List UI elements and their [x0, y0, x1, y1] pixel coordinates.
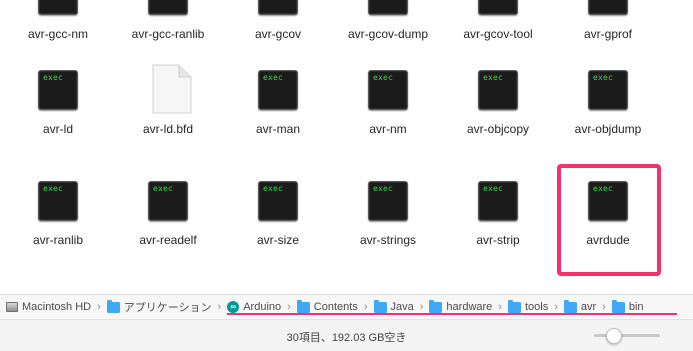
folder-icon [429, 299, 443, 313]
file-item[interactable]: avr-ld.bfd [113, 64, 223, 180]
path-crumb-label: アプリケーション [123, 302, 212, 314]
exec-terminal-icon: exec [258, 181, 298, 221]
chevron-right-icon: › [287, 301, 291, 313]
file-name-label: avr-gcov [254, 27, 301, 41]
chevron-right-icon: › [554, 301, 558, 313]
folder-icon [563, 299, 577, 313]
file-item[interactable]: exec avr-size [223, 181, 333, 291]
exec-terminal-icon: exec [38, 0, 78, 15]
file-name-label: avr-strip [476, 233, 520, 247]
file-name-label: avr-ranlib [32, 233, 83, 247]
slider-track[interactable] [594, 334, 660, 337]
exec-terminal-icon: exec [478, 0, 518, 15]
file-name-label: avr-gcov-tool [463, 27, 533, 41]
exec-icon-label: exec [153, 184, 174, 193]
disk-icon [6, 302, 18, 312]
file-item[interactable]: exec avr-objcopy [443, 70, 553, 180]
file-name-label: avr-ld [42, 122, 73, 136]
path-bar: Macintosh HD › アプリケーション › ∞ Arduino › Contents ›… [0, 294, 693, 319]
folder-icon [106, 299, 120, 313]
file-name-label: avr-readelf [139, 233, 197, 247]
exec-terminal-icon: exec [478, 70, 518, 110]
chevron-right-icon: › [498, 301, 502, 313]
path-crumb-label: bin [628, 301, 644, 313]
slider-knob[interactable] [606, 328, 622, 344]
folder-icon [611, 299, 625, 313]
file-name-label: avr-gcov-dump [347, 27, 429, 41]
file-name-label: avr-gprof [583, 27, 633, 41]
file-item[interactable]: exec avr-readelf [113, 181, 223, 291]
exec-icon-label: exec [593, 73, 614, 82]
file-item[interactable]: exec avr-ranlib [3, 181, 113, 291]
exec-terminal-icon: exec [148, 181, 188, 221]
file-item[interactable]: exec avr-man [223, 70, 333, 180]
exec-terminal-icon: exec [148, 0, 188, 15]
path-crumb[interactable]: アプリケーション [106, 298, 212, 316]
icon-size-slider[interactable] [594, 328, 660, 344]
exec-terminal-icon: exec [368, 0, 408, 15]
path-crumb-label: hardware [446, 301, 493, 313]
folder-icon [373, 299, 387, 313]
file-name-label: avr-objcopy [466, 122, 530, 136]
exec-terminal-icon: exec [258, 0, 298, 15]
exec-terminal-icon: exec [258, 70, 298, 110]
exec-icon-label: exec [373, 184, 394, 193]
exec-terminal-icon: exec [368, 181, 408, 221]
path-highlight-underline [227, 313, 677, 315]
exec-icon-label: exec [483, 184, 504, 193]
exec-terminal-icon: exec [478, 181, 518, 221]
exec-icon-label: exec [43, 184, 64, 193]
file-item[interactable]: exec avr-strings [333, 181, 443, 291]
chevron-right-icon: › [217, 301, 222, 313]
file-item[interactable]: exec avr-nm [333, 70, 443, 180]
path-crumb-label: Arduino [243, 301, 282, 313]
exec-icon-label: exec [263, 184, 284, 193]
chevron-right-icon: › [419, 301, 424, 313]
chevron-right-icon: › [363, 301, 368, 313]
file-name-label: avr-strings [359, 233, 416, 247]
exec-terminal-icon: exec [588, 0, 628, 15]
file-name-label: avr-size [256, 233, 299, 247]
file-name-label: avr-nm [369, 122, 407, 136]
selection-highlight-box [557, 164, 661, 276]
path-crumb[interactable]: Macintosh HD [6, 298, 91, 316]
file-item[interactable]: exec avr-ld [3, 70, 113, 180]
path-crumb-label: Java [390, 301, 414, 313]
arduino-app-icon: ∞ [227, 301, 240, 313]
document-icon [152, 64, 192, 114]
path-crumb-label: Contents [313, 301, 358, 313]
exec-terminal-icon: exec [368, 70, 408, 110]
status-text: 30項目、192.03 GB空き [286, 332, 407, 344]
status-bar: 30項目、192.03 GB空き [0, 319, 693, 351]
folder-icon [507, 299, 521, 313]
exec-terminal-icon: exec [588, 70, 628, 110]
file-icon-grid: exec avr-gcc-nm exec avr-gcc-ranlib exec avr-… [0, 0, 693, 294]
path-crumb-label: Macintosh HD [22, 301, 92, 313]
folder-icon [296, 299, 310, 313]
exec-terminal-icon: exec [38, 181, 78, 221]
file-item[interactable]: exec avr-strip [443, 181, 553, 291]
exec-icon-label: exec [483, 73, 504, 82]
file-name-label: avr-man [255, 122, 300, 136]
file-name-label: avr-gcc-ranlib [131, 27, 205, 41]
chevron-right-icon: › [97, 301, 101, 313]
file-name-label: avr-gcc-nm [27, 27, 88, 41]
path-crumb-label: tools [524, 301, 549, 313]
exec-icon-label: exec [263, 73, 284, 82]
exec-icon-label: exec [43, 73, 64, 82]
chevron-right-icon: › [602, 301, 606, 313]
path-crumb-label: avr [580, 301, 597, 313]
exec-terminal-icon: exec [38, 70, 78, 110]
exec-icon-label: exec [373, 73, 394, 82]
file-name-label: avr-objdump [574, 122, 642, 136]
file-name-label: avr-ld.bfd [142, 122, 194, 136]
